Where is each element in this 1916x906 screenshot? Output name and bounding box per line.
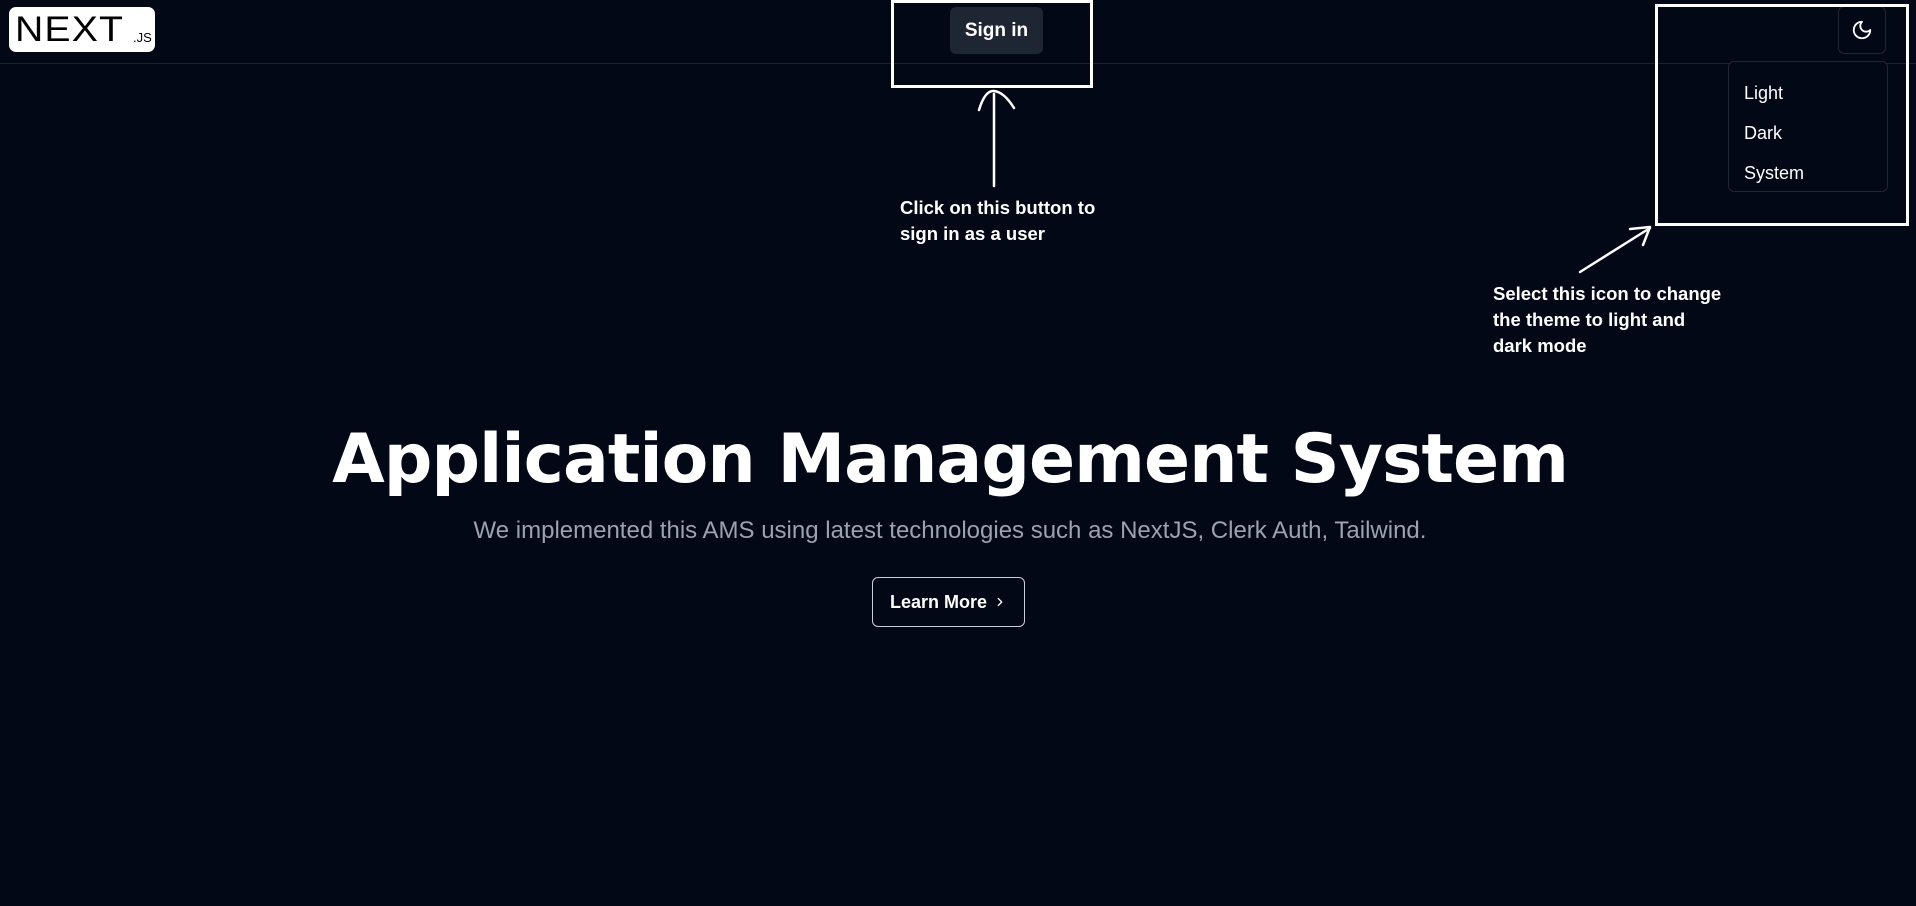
theme-annotation-line2: the theme to light and	[1493, 309, 1686, 330]
theme-highlight-box	[1655, 4, 1909, 226]
signin-annotation-line1: Click on this button to	[900, 197, 1096, 218]
chevron-right-icon	[993, 595, 1007, 609]
theme-annotation-line1: Select this icon to change	[1493, 283, 1722, 304]
hero-title: Application Management System	[332, 420, 1569, 499]
nextjs-logo[interactable]: NEXT .JS	[9, 7, 155, 52]
logo-suffix: .JS	[133, 30, 152, 45]
theme-annotation: Select this icon to change the theme to …	[1493, 281, 1728, 359]
signin-annotation-line2: sign in as a user	[900, 223, 1045, 244]
signin-annotation: Click on this button to sign in as a use…	[900, 195, 1120, 247]
learn-more-label: Learn More	[889, 591, 988, 612]
learn-more-button[interactable]: Learn More	[872, 577, 1025, 627]
theme-arrow-icon	[1578, 225, 1652, 274]
hero-subtitle: We implemented this AMS using latest tec…	[473, 517, 1427, 544]
theme-annotation-line3: dark mode	[1493, 335, 1587, 356]
signin-highlight-box	[891, 0, 1093, 88]
signin-arrow-icon	[977, 89, 1016, 188]
logo-wordmark: NEXT	[15, 10, 125, 49]
